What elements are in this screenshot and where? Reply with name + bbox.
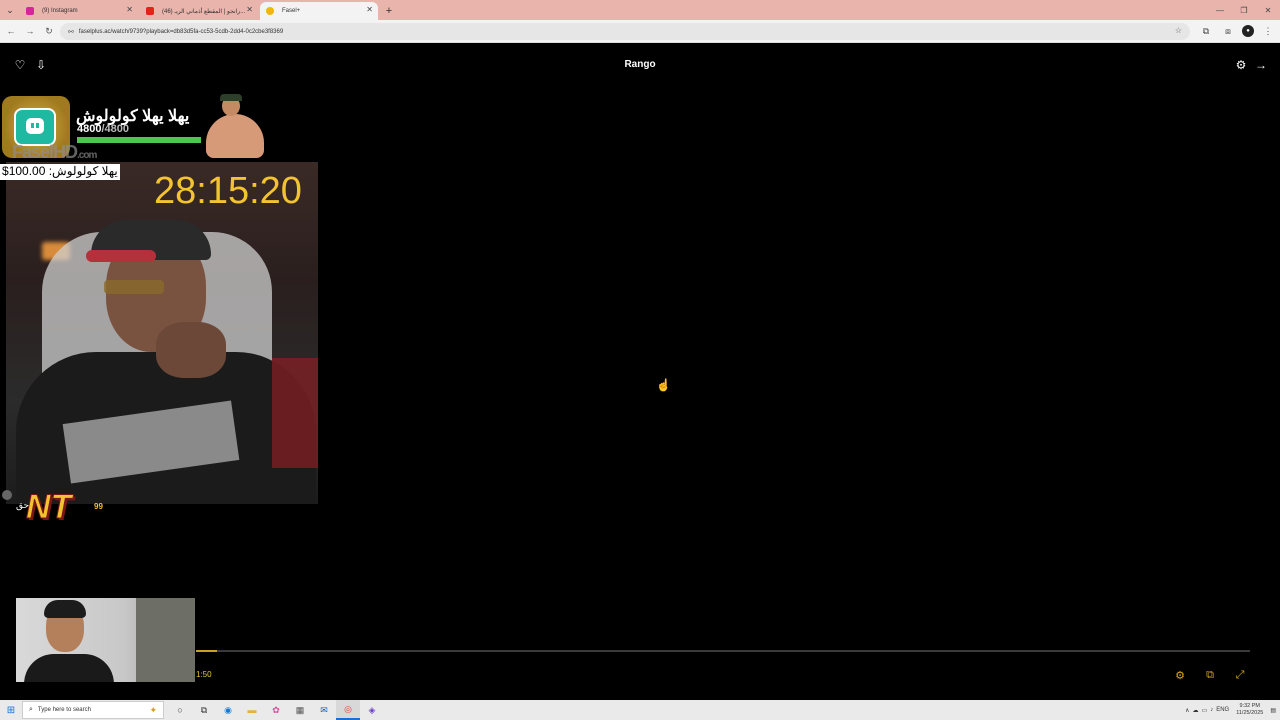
minimize-icon[interactable]: — xyxy=(1208,0,1232,20)
address-bar[interactable]: ⚯ faselplus.ac/watch/9739?playback=db83d… xyxy=(60,23,1190,40)
reload-icon[interactable]: ↻ xyxy=(41,23,57,39)
tab-instagram[interactable]: (9) Instagram ✕ xyxy=(20,2,138,20)
close-window-icon[interactable]: ✕ xyxy=(1256,0,1280,20)
toolbar-right: ⧉ ⧈ ● ⋮ xyxy=(1198,23,1276,39)
notification-icon[interactable]: ▤ xyxy=(1270,707,1276,714)
sidebar-icon[interactable]: ⧈ xyxy=(1220,23,1236,39)
search-icon: ⌕ xyxy=(29,706,33,713)
settings-gear-icon[interactable]: ⚙ xyxy=(1234,58,1248,72)
sparkle-icon: ✦ xyxy=(149,705,157,715)
nt-logo: NT 99 xyxy=(25,488,103,527)
edge-icon[interactable]: ◉ xyxy=(216,700,240,720)
stream-timer: 28:15:20 xyxy=(154,170,302,212)
tab-fasel[interactable]: Fasel+ ✕ xyxy=(260,2,378,20)
menu-icon[interactable]: ⋮ xyxy=(1260,23,1276,39)
search-placeholder: Type here to search xyxy=(37,707,91,713)
settings-gear-icon[interactable]: ⚙ xyxy=(1173,668,1187,682)
profile-avatar[interactable]: ● xyxy=(1242,25,1254,37)
alert-count: 4800/4800 xyxy=(77,123,130,135)
tab-label: Fasel+ xyxy=(282,8,301,14)
task-view-icon[interactable]: ⧉ xyxy=(192,700,216,720)
taskbar-search[interactable]: ⌕ Type here to search ✦ xyxy=(22,701,164,719)
youtube-icon xyxy=(146,7,154,15)
app-icon[interactable]: ◈ xyxy=(360,700,384,720)
new-tab-button[interactable]: + xyxy=(380,2,398,20)
cortana-icon[interactable]: ○ xyxy=(168,700,192,720)
back-icon[interactable]: ← xyxy=(3,23,19,39)
seek-bar[interactable] xyxy=(196,650,1250,652)
network-icon[interactable]: ▭ xyxy=(1202,707,1208,714)
close-icon[interactable]: ✕ xyxy=(366,5,373,14)
taskbar-apps: ○ ⧉ ◉ ▬ ✿ ▦ ✉ ◎ ◈ xyxy=(168,700,384,720)
fullscreen-icon[interactable]: ⤢ xyxy=(1233,668,1247,682)
elapsed-time: 1:50 xyxy=(196,670,212,679)
tab-search-icon[interactable]: ⌄ xyxy=(0,0,20,20)
hand-cursor-icon: ☝ xyxy=(656,378,671,392)
extensions-icon[interactable]: ⧉ xyxy=(1198,23,1214,39)
pinwheel-icon[interactable]: ✿ xyxy=(264,700,288,720)
instagram-icon xyxy=(26,7,34,15)
guest-webcam xyxy=(16,598,195,682)
user-icon xyxy=(2,490,12,500)
site-watermark: FaselHD.com xyxy=(12,142,97,162)
outlook-icon[interactable]: ✉ xyxy=(312,700,336,720)
file-explorer-icon[interactable]: ▬ xyxy=(240,700,264,720)
url-text: faselplus.ac/watch/9739?playback=db83d5f… xyxy=(78,28,284,35)
picture-in-picture-icon[interactable]: ⧉ xyxy=(1203,668,1217,682)
forward-icon[interactable]: → xyxy=(22,23,38,39)
streamer-webcam xyxy=(6,162,318,504)
fasel-icon xyxy=(266,7,274,15)
windows-start-icon[interactable]: ⊞ xyxy=(0,700,22,720)
close-icon[interactable]: ✕ xyxy=(246,5,253,14)
tab-youtube[interactable]: (46) رانجو | المقطع أذماني الريـ... ✕ xyxy=(140,2,258,20)
player-top-bar: ♡ ⇩ Rango ⚙ → xyxy=(0,52,1280,78)
chevron-up-icon[interactable]: ∧ xyxy=(1185,707,1189,714)
chrome-icon[interactable]: ◎ xyxy=(336,700,360,720)
tab-label: (9) Instagram xyxy=(42,8,78,14)
bookmark-star-icon[interactable]: ☆ xyxy=(1175,26,1182,35)
navigation-bar: ← → ↻ ⚯ faselplus.ac/watch/9739?playback… xyxy=(0,20,1280,43)
store-icon[interactable]: ▦ xyxy=(288,700,312,720)
volume-icon[interactable]: ♪ xyxy=(1210,707,1213,713)
arrow-right-icon[interactable]: → xyxy=(1254,58,1268,72)
movie-title: Rango xyxy=(624,59,656,70)
taskbar: ⊞ ⌕ Type here to search ✦ ○ ⧉ ◉ ▬ ✿ ▦ ✉ … xyxy=(0,700,1280,720)
close-icon[interactable]: ✕ xyxy=(126,5,133,14)
tab-label: (46) رانجو | المقطع أذماني الريـ... xyxy=(162,8,246,15)
maximize-icon[interactable]: ❐ xyxy=(1232,0,1256,20)
language-indicator[interactable]: ENG xyxy=(1216,707,1229,713)
window-controls: — ❐ ✕ xyxy=(1208,0,1280,20)
site-info-icon[interactable]: ⚯ xyxy=(68,28,74,36)
system-tray: ∧ ☁ ▭ ♪ ENG 9:32 PM 11/25/2025 ▤ xyxy=(1185,700,1280,720)
character-figure xyxy=(200,94,272,160)
tab-strip: ⌄ (9) Instagram ✕ (46) رانجو | المقطع أذ… xyxy=(0,0,1280,20)
clock[interactable]: 9:32 PM 11/25/2025 xyxy=(1236,703,1263,717)
screen: ⌄ (9) Instagram ✕ (46) رانجو | المقطع أذ… xyxy=(0,0,1280,720)
donation-ticker: يهلا كولولوش: 100.00$ xyxy=(0,164,120,180)
onedrive-icon[interactable]: ☁ xyxy=(1193,707,1199,714)
